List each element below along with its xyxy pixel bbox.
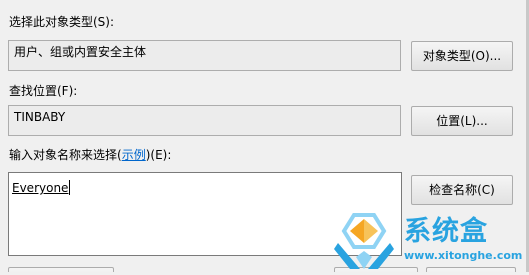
object-type-value: 用户、组或内置安全主体	[14, 45, 147, 59]
locations-button[interactable]: 位置(L)...	[411, 106, 513, 136]
location-value: TINBABY	[14, 110, 66, 124]
watermark: 系统盒 www.xitonghe.com	[330, 209, 523, 272]
select-users-dialog: 选择此对象类型(S): 用户、组或内置安全主体 对象类型(O)... 查找位置(…	[0, 0, 529, 272]
watermark-url: www.xitonghe.com	[404, 249, 523, 262]
text-caret	[69, 180, 71, 195]
watermark-logo-text: 系统盒	[404, 216, 488, 247]
check-names-button[interactable]: 检查名称(C)	[411, 175, 513, 205]
object-names-label-suffix: )(E):	[145, 148, 172, 162]
object-type-field: 用户、组或内置安全主体	[8, 40, 401, 71]
advanced-button[interactable]	[8, 267, 114, 272]
xitonghe-logo-icon	[334, 213, 394, 269]
object-names-label: 输入对象名称来选择(示例)(E):	[9, 147, 171, 163]
object-types-button[interactable]: 对象类型(O)...	[411, 41, 513, 71]
examples-link[interactable]: 示例	[122, 148, 146, 162]
object-names-value: Everyone	[12, 181, 69, 195]
object-names-label-prefix: 输入对象名称来选择(	[9, 148, 122, 162]
object-type-label: 选择此对象类型(S):	[9, 15, 115, 29]
location-label: 查找位置(F):	[9, 84, 78, 98]
location-field: TINBABY	[8, 105, 401, 136]
